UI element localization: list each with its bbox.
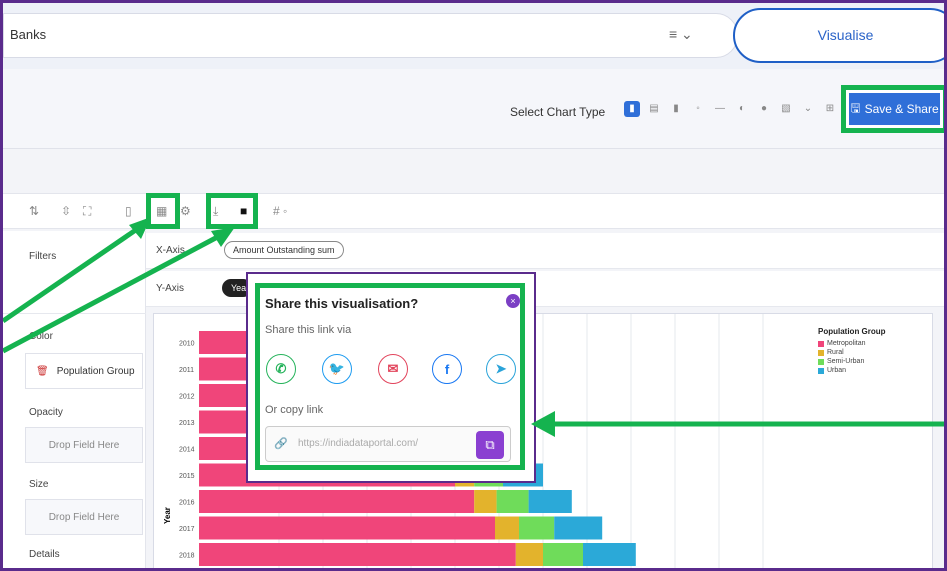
y-tick-label: 2014	[179, 447, 195, 454]
trash-icon[interactable]: 🗑	[36, 366, 49, 377]
dataset-search[interactable]: Banks ≡ ⌄	[3, 13, 738, 58]
share-via-label: Share this link via	[265, 324, 352, 336]
opacity-drop-zone[interactable]: Drop Field Here	[25, 427, 143, 463]
y-tick-label: 2015	[179, 473, 195, 480]
details-label: Details	[29, 549, 60, 560]
save-share-highlight: 🖫 Save & Share	[841, 85, 944, 133]
column-icon[interactable]: ▮	[668, 101, 684, 117]
legend-swatch	[818, 340, 824, 347]
y-axis-title: Year	[163, 507, 172, 524]
color-field-box[interactable]: 🗑 Population Group	[25, 353, 143, 389]
dot-icon[interactable]: ◦	[690, 101, 706, 117]
copy-link-label: Or copy link	[265, 404, 324, 416]
top-bar: Banks ≡ ⌄ Visualise	[3, 3, 944, 69]
x-axis-field-pill[interactable]: Amount Outstanding sum	[224, 241, 344, 259]
color-label: Color	[29, 331, 53, 342]
bar-metropolitan[interactable]	[199, 490, 475, 513]
y-axis-label: Y-Axis	[156, 283, 184, 294]
mobile-icon[interactable]: ▯	[125, 204, 132, 218]
y-tick-label: 2012	[179, 394, 195, 401]
expand-icon[interactable]: ⛶	[83, 204, 91, 219]
bar-rural[interactable]	[495, 516, 519, 540]
bar-metropolitan[interactable]	[199, 543, 516, 566]
legend-title: Population Group	[818, 327, 886, 336]
dataset-search-text: Banks	[10, 27, 47, 42]
area-icon[interactable]: ▧	[778, 101, 794, 117]
bar-semi-urban[interactable]	[496, 490, 529, 513]
save-share-label: Save & Share	[864, 102, 939, 116]
save-icon: 🖫	[850, 100, 861, 115]
bar-chart-icon[interactable]: ▮	[624, 101, 640, 117]
legend-swatch	[818, 349, 824, 356]
legend-swatch	[818, 367, 824, 374]
legend-label: Metropolitan	[827, 340, 866, 347]
share-popup: Share this visualisation? × Share this l…	[255, 283, 525, 470]
bar-semi-urban[interactable]	[519, 516, 555, 540]
y-tick-label: 2016	[179, 500, 195, 507]
filters-label: Filters	[29, 251, 57, 262]
legend-swatch	[818, 358, 824, 365]
chart-type-toolbar: Select Chart Type ▮ ▤ ▮ ◦ — ◐ ● ▧ ⌄ ⊞ 🖫 …	[3, 69, 944, 149]
stacked-bar-icon[interactable]: ▤	[646, 101, 662, 117]
hash-icon[interactable]: # ◦	[273, 204, 287, 218]
share-link-field[interactable]: 🔗 https://indiadataportal.com/ ⧉	[265, 426, 511, 462]
close-icon[interactable]: ×	[506, 294, 520, 308]
share-icon-highlight	[206, 193, 258, 229]
size-label: Size	[29, 479, 49, 490]
chart-legend: Population Group Metropolitan Rural Semi-U…	[818, 327, 928, 375]
y-tick-label: 2013	[179, 420, 195, 427]
size-drop-zone[interactable]: Drop Field Here	[25, 499, 143, 535]
legend-item[interactable]: Metropolitan	[818, 339, 928, 348]
chevron-down-icon[interactable]: ⌄	[800, 101, 816, 117]
whatsapp-icon[interactable]: ✆	[266, 354, 296, 384]
grid-icon-highlight	[146, 193, 180, 229]
pie-icon[interactable]: ◐	[734, 101, 750, 117]
bar-metropolitan[interactable]	[199, 516, 495, 540]
visualise-button[interactable]: Visualise	[733, 8, 944, 63]
facebook-icon[interactable]: f	[432, 354, 462, 384]
color-field-label: Population Group	[56, 365, 135, 377]
bar-urban[interactable]	[583, 543, 636, 566]
save-share-button[interactable]: 🖫 Save & Share	[849, 93, 940, 125]
legend-item[interactable]: Urban	[818, 366, 928, 375]
y-tick-label: 2018	[179, 553, 195, 560]
y-tick-label: 2017	[179, 526, 195, 533]
legend-label: Urban	[827, 367, 847, 374]
legend-label: Rural	[827, 349, 844, 356]
line-icon[interactable]: —	[712, 101, 728, 117]
select-chart-type-label: Select Chart Type	[510, 105, 606, 119]
copy-icon[interactable]: ⧉	[476, 431, 504, 459]
legend-item[interactable]: Semi-Urban	[818, 357, 928, 366]
app-frame: Banks ≡ ⌄ Visualise Select Chart Type ▮ …	[0, 0, 947, 571]
email-icon[interactable]: ✉	[378, 354, 408, 384]
field-panel: Filters Color 🗑 Population Group Opacity…	[3, 231, 146, 568]
scatter-icon[interactable]: ●	[756, 101, 772, 117]
bar-urban[interactable]	[554, 516, 603, 540]
bar-semi-urban[interactable]	[543, 543, 583, 566]
twitter-icon[interactable]: 🐦	[322, 354, 352, 384]
x-axis-row: X-Axis Amount Outstanding sum	[146, 233, 944, 269]
bar-rural[interactable]	[474, 490, 497, 513]
list-menu-icon[interactable]: ≡ ⌄	[669, 26, 693, 43]
chart-tools-row: ⇅ ⇳ ⛶ ▯ ▦ ⚙ ⤓ ■ # ◦	[3, 193, 944, 229]
x-axis-label: X-Axis	[156, 245, 185, 256]
bar-rural[interactable]	[515, 543, 543, 566]
legend-label: Semi-Urban	[827, 358, 865, 365]
table-icon[interactable]: ⊞	[822, 101, 838, 117]
swap-icon[interactable]: ⇳	[61, 204, 71, 218]
settings-icon[interactable]: ⚙	[180, 204, 191, 218]
bar-urban[interactable]	[528, 490, 572, 513]
share-popup-title: Share this visualisation?	[265, 296, 419, 311]
y-tick-label: 2010	[179, 341, 195, 348]
share-link-url: https://indiadataportal.com/	[298, 438, 419, 449]
legend-item[interactable]: Rural	[818, 348, 928, 357]
y-tick-label: 2011	[179, 367, 194, 374]
sort-icon[interactable]: ⇅	[29, 204, 39, 218]
opacity-label: Opacity	[29, 407, 63, 418]
telegram-icon[interactable]: ➤	[486, 354, 516, 384]
link-icon: 🔗	[274, 438, 288, 450]
